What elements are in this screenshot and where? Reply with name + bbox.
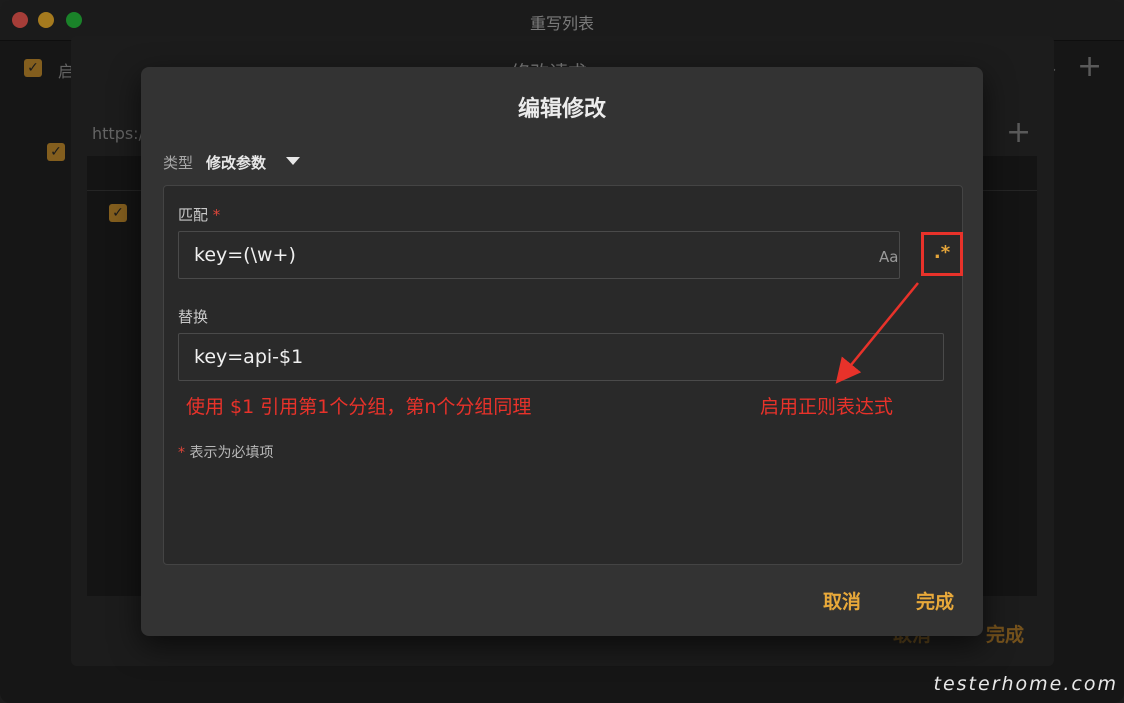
app-window: 重写列表 ✓ 启 分 + 修改请求 https:/ + ✓ ✓ 取消 完成 编辑…	[0, 0, 1124, 703]
arrow-line	[835, 282, 919, 384]
annotation-arrow	[835, 282, 919, 384]
watermark: testerhome.com	[933, 673, 1118, 695]
